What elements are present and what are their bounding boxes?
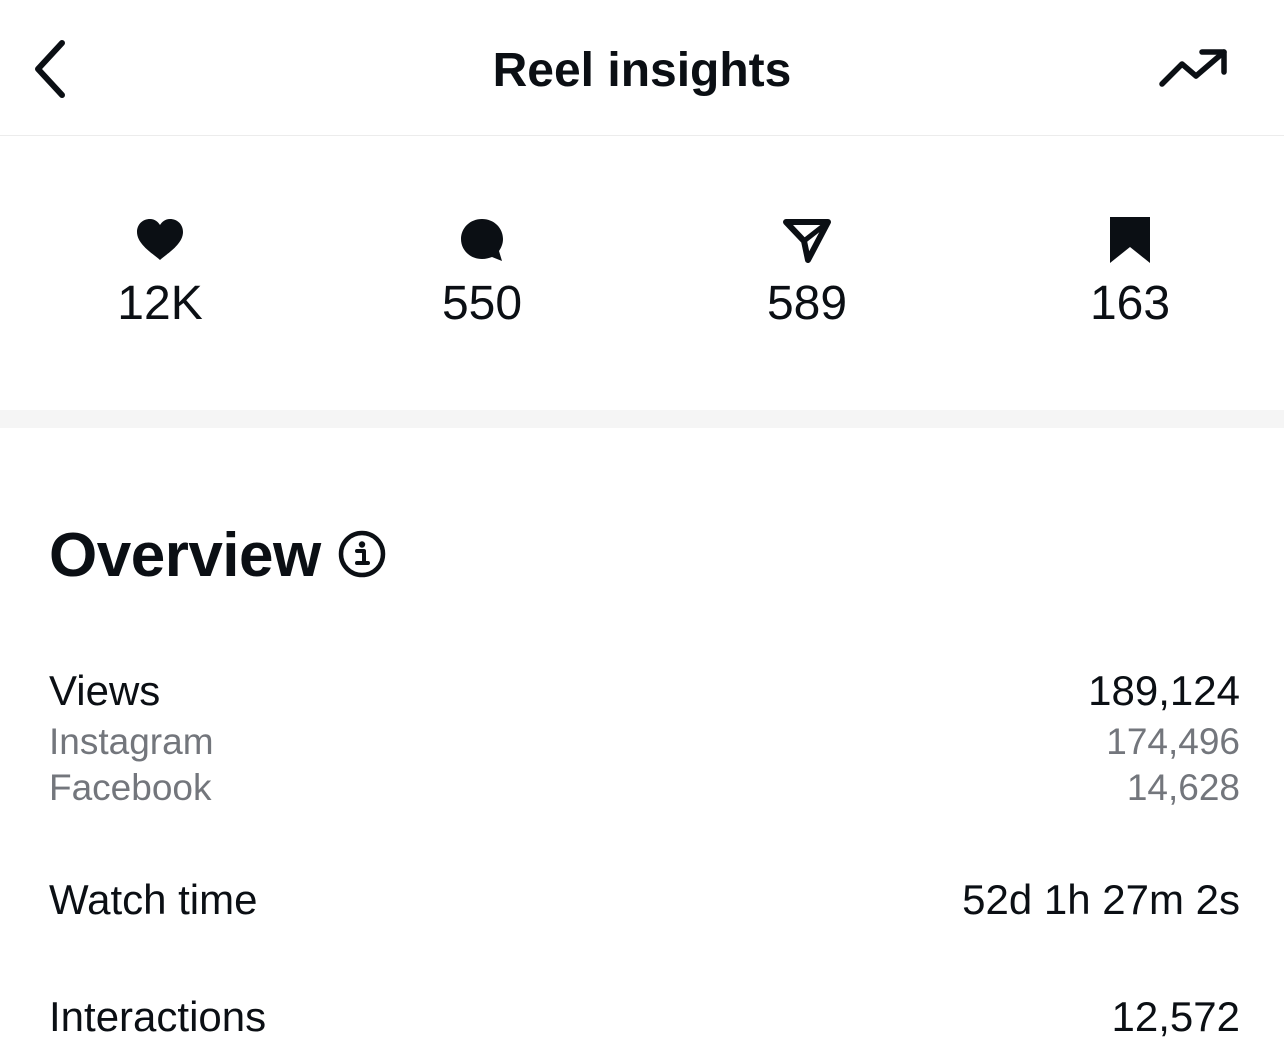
watch-time-label: Watch time: [49, 876, 258, 923]
trending-up-icon: [1158, 46, 1230, 95]
views-value: 189,124: [1088, 667, 1240, 714]
info-icon[interactable]: [336, 528, 388, 580]
trends-button[interactable]: [1152, 40, 1236, 100]
interactions-label: Interactions: [49, 993, 267, 1040]
facebook-views-value: 14,628: [1126, 767, 1240, 808]
likes-count: 12K: [117, 277, 203, 330]
shares-stat: 589: [707, 212, 907, 334]
engagement-stats: 12K 550 589 163: [0, 136, 1284, 410]
bookmark-icon: [1030, 212, 1230, 268]
instagram-views-value: 174,496: [1106, 721, 1240, 762]
overview-heading: Overview: [49, 521, 321, 590]
comments-count: 550: [441, 277, 523, 330]
page-title: Reel insights: [492, 44, 792, 97]
interactions-value: 12,572: [1111, 993, 1240, 1040]
instagram-views-label: Instagram: [49, 721, 214, 762]
watch-time-value: 52d 1h 27m 2s: [962, 876, 1240, 923]
comments-stat: 550: [382, 212, 582, 334]
send-icon: [707, 212, 907, 268]
likes-stat: 12K: [60, 212, 260, 334]
comment-icon: [382, 212, 582, 268]
facebook-views-label: Facebook: [49, 767, 212, 808]
shares-count: 589: [766, 277, 848, 330]
heart-icon: [60, 212, 260, 268]
top-bar: Reel insights: [0, 0, 1284, 136]
section-divider: [0, 410, 1284, 428]
views-label: Views: [49, 667, 161, 714]
saves-count: 163: [1089, 277, 1171, 330]
saves-stat: 163: [1030, 212, 1230, 334]
